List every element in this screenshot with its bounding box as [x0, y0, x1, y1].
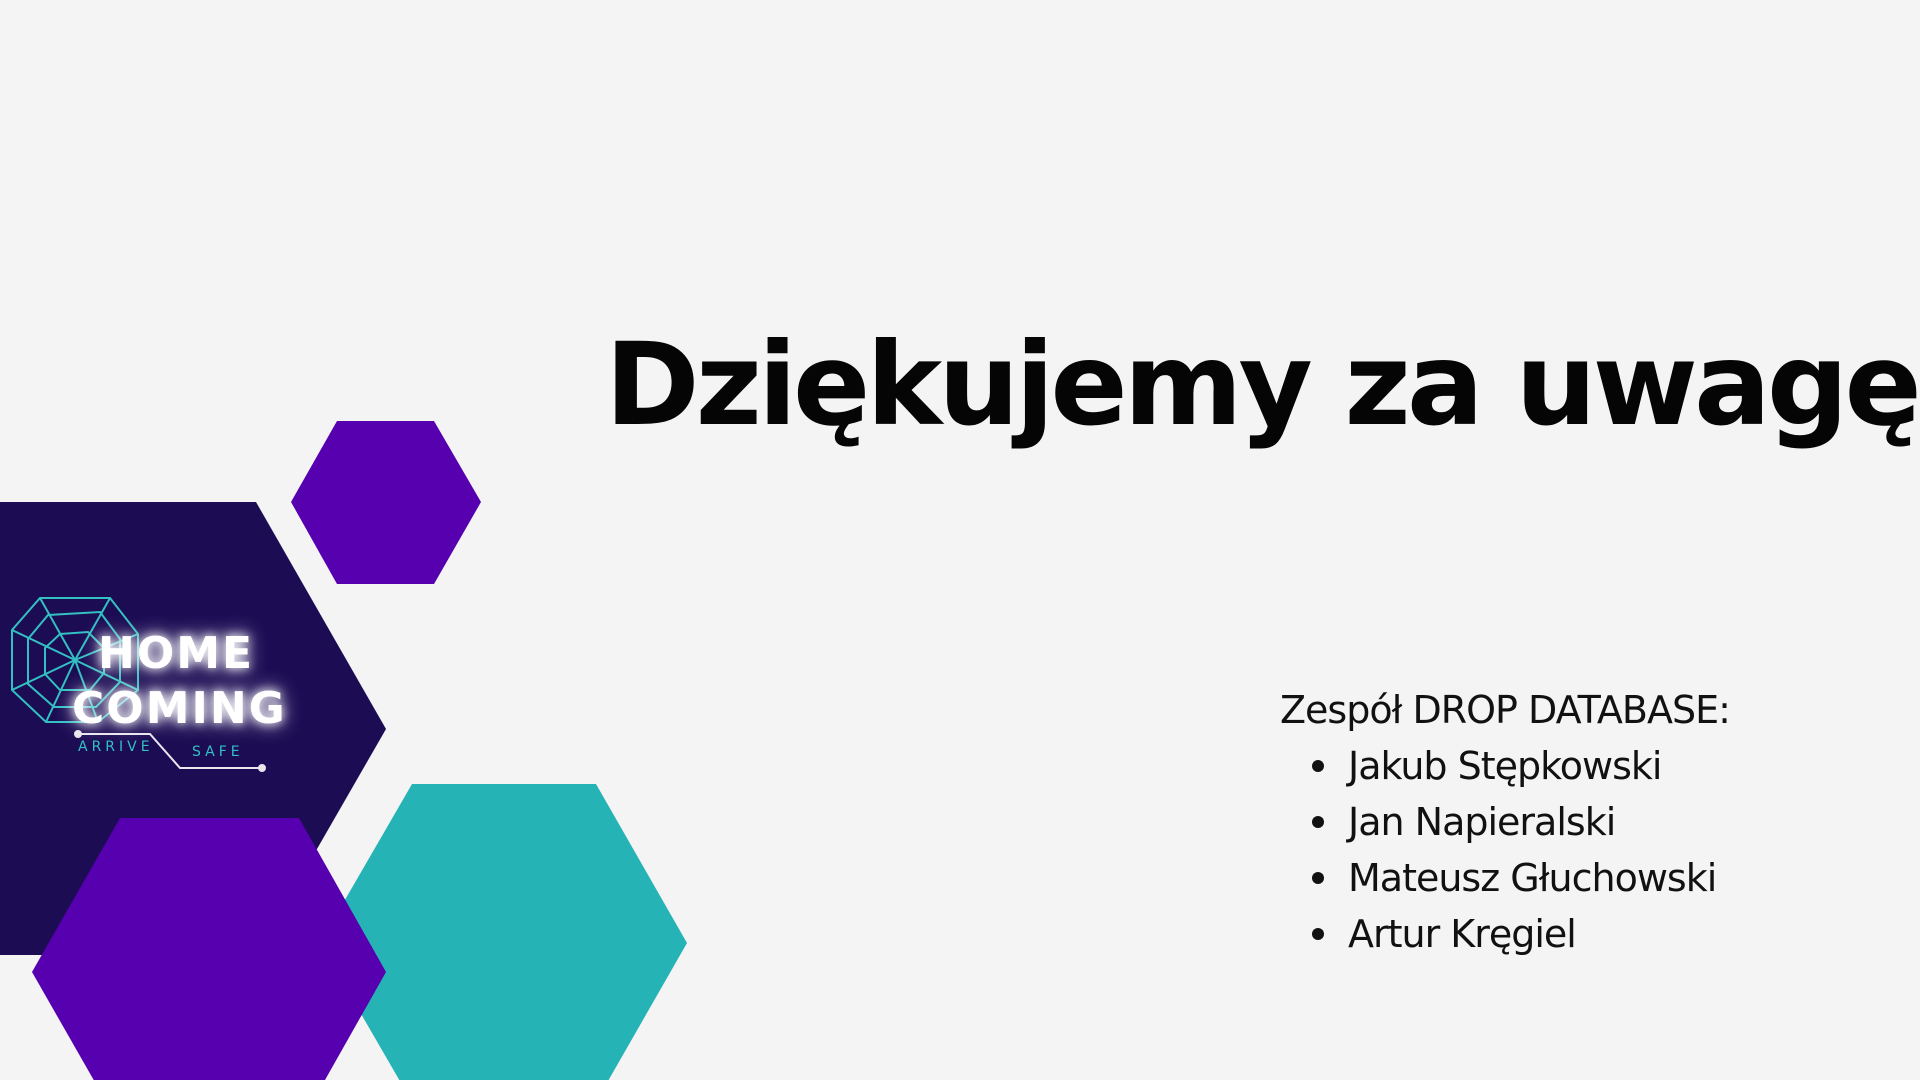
bullet-icon	[1312, 816, 1324, 828]
team-member-item: Artur Kręgiel	[1280, 906, 1880, 962]
logo-tagline-right: SAFE	[192, 744, 244, 760]
team-member-name: Mateusz Głuchowski	[1348, 856, 1717, 900]
team-heading: Zespół DROP DATABASE:	[1280, 688, 1731, 732]
team-member-item: Mateusz Głuchowski	[1280, 850, 1880, 906]
team-member-item: Jakub Stępkowski	[1280, 738, 1880, 794]
team-member-name: Jan Napieralski	[1348, 800, 1616, 844]
bullet-icon	[1312, 872, 1324, 884]
team-member-list: Jakub Stępkowski Jan Napieralski Mateusz…	[1280, 738, 1880, 962]
team-member-name: Artur Kręgiel	[1348, 912, 1577, 956]
bullet-icon	[1312, 928, 1324, 940]
logo-tagline-left: ARRIVE	[78, 739, 154, 755]
logo-home-text: HOME	[98, 628, 255, 679]
bullet-icon	[1312, 760, 1324, 772]
team-member-item: Jan Napieralski	[1280, 794, 1880, 850]
team-section: Zespół DROP DATABASE: Jakub Stępkowski J…	[1280, 682, 1880, 962]
slide-title: Dziękujemy za uwagę	[605, 318, 1920, 451]
team-member-name: Jakub Stępkowski	[1348, 744, 1662, 788]
logo-coming-text: COMING	[72, 683, 287, 734]
